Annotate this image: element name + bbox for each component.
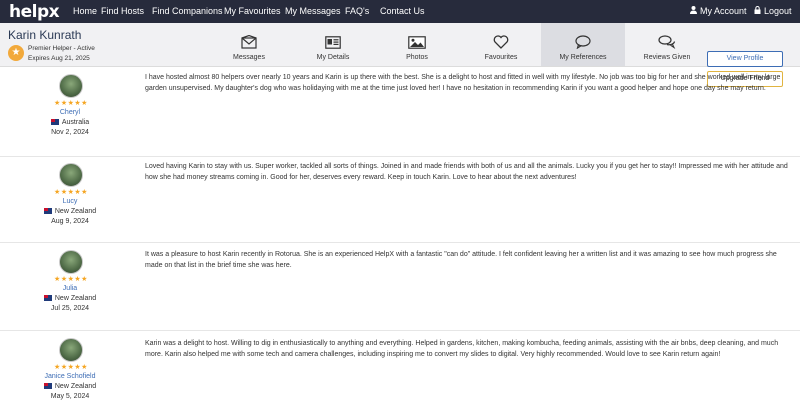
tab-reviews-given-label: Reviews Given [643, 54, 691, 61]
heart-icon [459, 34, 543, 50]
reviewer-avatar[interactable] [59, 163, 83, 187]
tab-reviews-given[interactable]: Reviews Given [625, 23, 709, 66]
rating-stars: ★★★★★ [54, 100, 88, 107]
lock-icon [754, 6, 761, 16]
membership-type: Premier Helper - Active [28, 45, 95, 52]
photo-icon [375, 34, 459, 50]
premier-star-badge-icon: ★ [8, 45, 24, 61]
profile-header: Karin Kunrath ★ Premier Helper - Active … [0, 23, 800, 87]
nav-find-companions[interactable]: Find Companions [152, 6, 223, 16]
membership-expiry: Expires Aug 21, 2025 [28, 55, 90, 62]
review-text: I have hosted almost 80 helpers over nea… [145, 74, 781, 92]
chat-bubbles-icon [625, 34, 709, 50]
review-item: ★★★★★ Julia New Zealand Jul 25, 2024 It … [0, 242, 800, 330]
tab-photos[interactable]: Photos [375, 23, 459, 66]
tab-favourites-label: Favourites [484, 54, 518, 61]
logout-link[interactable]: Logout [754, 6, 792, 16]
new-zealand-flag-icon [43, 295, 52, 301]
nav-contact-us[interactable]: Contact Us [380, 6, 425, 16]
review-date: Aug 9, 2024 [51, 218, 89, 225]
reviewer-name[interactable]: Lucy [20, 198, 120, 205]
id-card-icon [291, 34, 375, 50]
reviewer-country-label: New Zealand [54, 208, 97, 215]
australia-flag-icon [50, 119, 59, 125]
tab-messages[interactable]: Messages [207, 23, 291, 66]
tab-my-references[interactable]: My References [541, 23, 625, 66]
view-profile-button[interactable]: View Profile [707, 51, 783, 67]
review-item: ★★★★★ Cheryl Australia Nov 2, 2024 I hav… [0, 68, 800, 156]
my-account-link[interactable]: My Account [690, 6, 747, 16]
envelope-icon [207, 34, 291, 50]
reviewer-avatar[interactable] [59, 74, 83, 98]
review-divider [0, 330, 800, 331]
tab-photos-label: Photos [406, 54, 428, 61]
logout-label: Logout [764, 6, 792, 16]
rating-stars: ★★★★★ [54, 189, 88, 196]
helpx-logo[interactable]: helpx [9, 2, 60, 22]
tab-favourites[interactable]: Favourites [459, 23, 543, 66]
reviewer-country: New Zealand [20, 383, 120, 390]
review-text: It was a pleasure to host Karin recently… [145, 251, 777, 269]
review-item: ★★★★★ Janice Schofield New Zealand May 5… [0, 330, 800, 408]
review-date: Jul 25, 2024 [50, 305, 90, 312]
my-account-label: My Account [700, 6, 747, 16]
reviewer-country-label: New Zealand [54, 295, 97, 302]
reviewer-country-label: Australia [61, 119, 90, 126]
reviewer-avatar[interactable] [59, 338, 83, 362]
review-text: Loved having Karin to stay with us. Supe… [145, 163, 788, 181]
reviewer-country-label: New Zealand [54, 383, 97, 390]
tab-my-details[interactable]: My Details [291, 23, 375, 66]
new-zealand-flag-icon [43, 208, 52, 214]
reviewer-avatar[interactable] [59, 250, 83, 274]
rating-stars: ★★★★★ [54, 364, 88, 371]
review-divider [0, 156, 800, 157]
tab-messages-label: Messages [233, 54, 265, 61]
reviewer-country: Australia [20, 119, 120, 126]
user-icon [690, 6, 697, 16]
review-item: ★★★★★ Lucy New Zealand Aug 9, 2024 Loved… [0, 156, 800, 242]
rating-stars: ★★★★★ [54, 276, 88, 283]
review-text: Karin was a delight to host. Willing to … [145, 340, 779, 358]
nav-faqs[interactable]: FAQ's [345, 6, 369, 16]
review-divider [0, 242, 800, 243]
review-date: May 5, 2024 [50, 393, 90, 400]
review-date: Nov 2, 2024 [51, 129, 89, 136]
top-nav: helpx Home Find Hosts Find Companions My… [0, 0, 800, 23]
reviewer-name[interactable]: Cheryl [20, 109, 120, 116]
new-zealand-flag-icon [43, 383, 52, 389]
nav-home[interactable]: Home [73, 6, 97, 16]
nav-my-favourites[interactable]: My Favourites [224, 6, 281, 16]
tab-my-details-label: My Details [316, 54, 350, 61]
reviewer-country: New Zealand [20, 295, 120, 302]
chat-bubble-icon [541, 34, 625, 50]
nav-my-messages[interactable]: My Messages [285, 6, 341, 16]
reviewer-country: New Zealand [20, 208, 120, 215]
tab-my-references-label: My References [559, 54, 607, 61]
reviewer-name[interactable]: Julia [20, 285, 120, 292]
profile-name: Karin Kunrath [8, 28, 82, 42]
reviewer-name[interactable]: Janice Schofield [20, 373, 120, 380]
nav-find-hosts[interactable]: Find Hosts [101, 6, 144, 16]
